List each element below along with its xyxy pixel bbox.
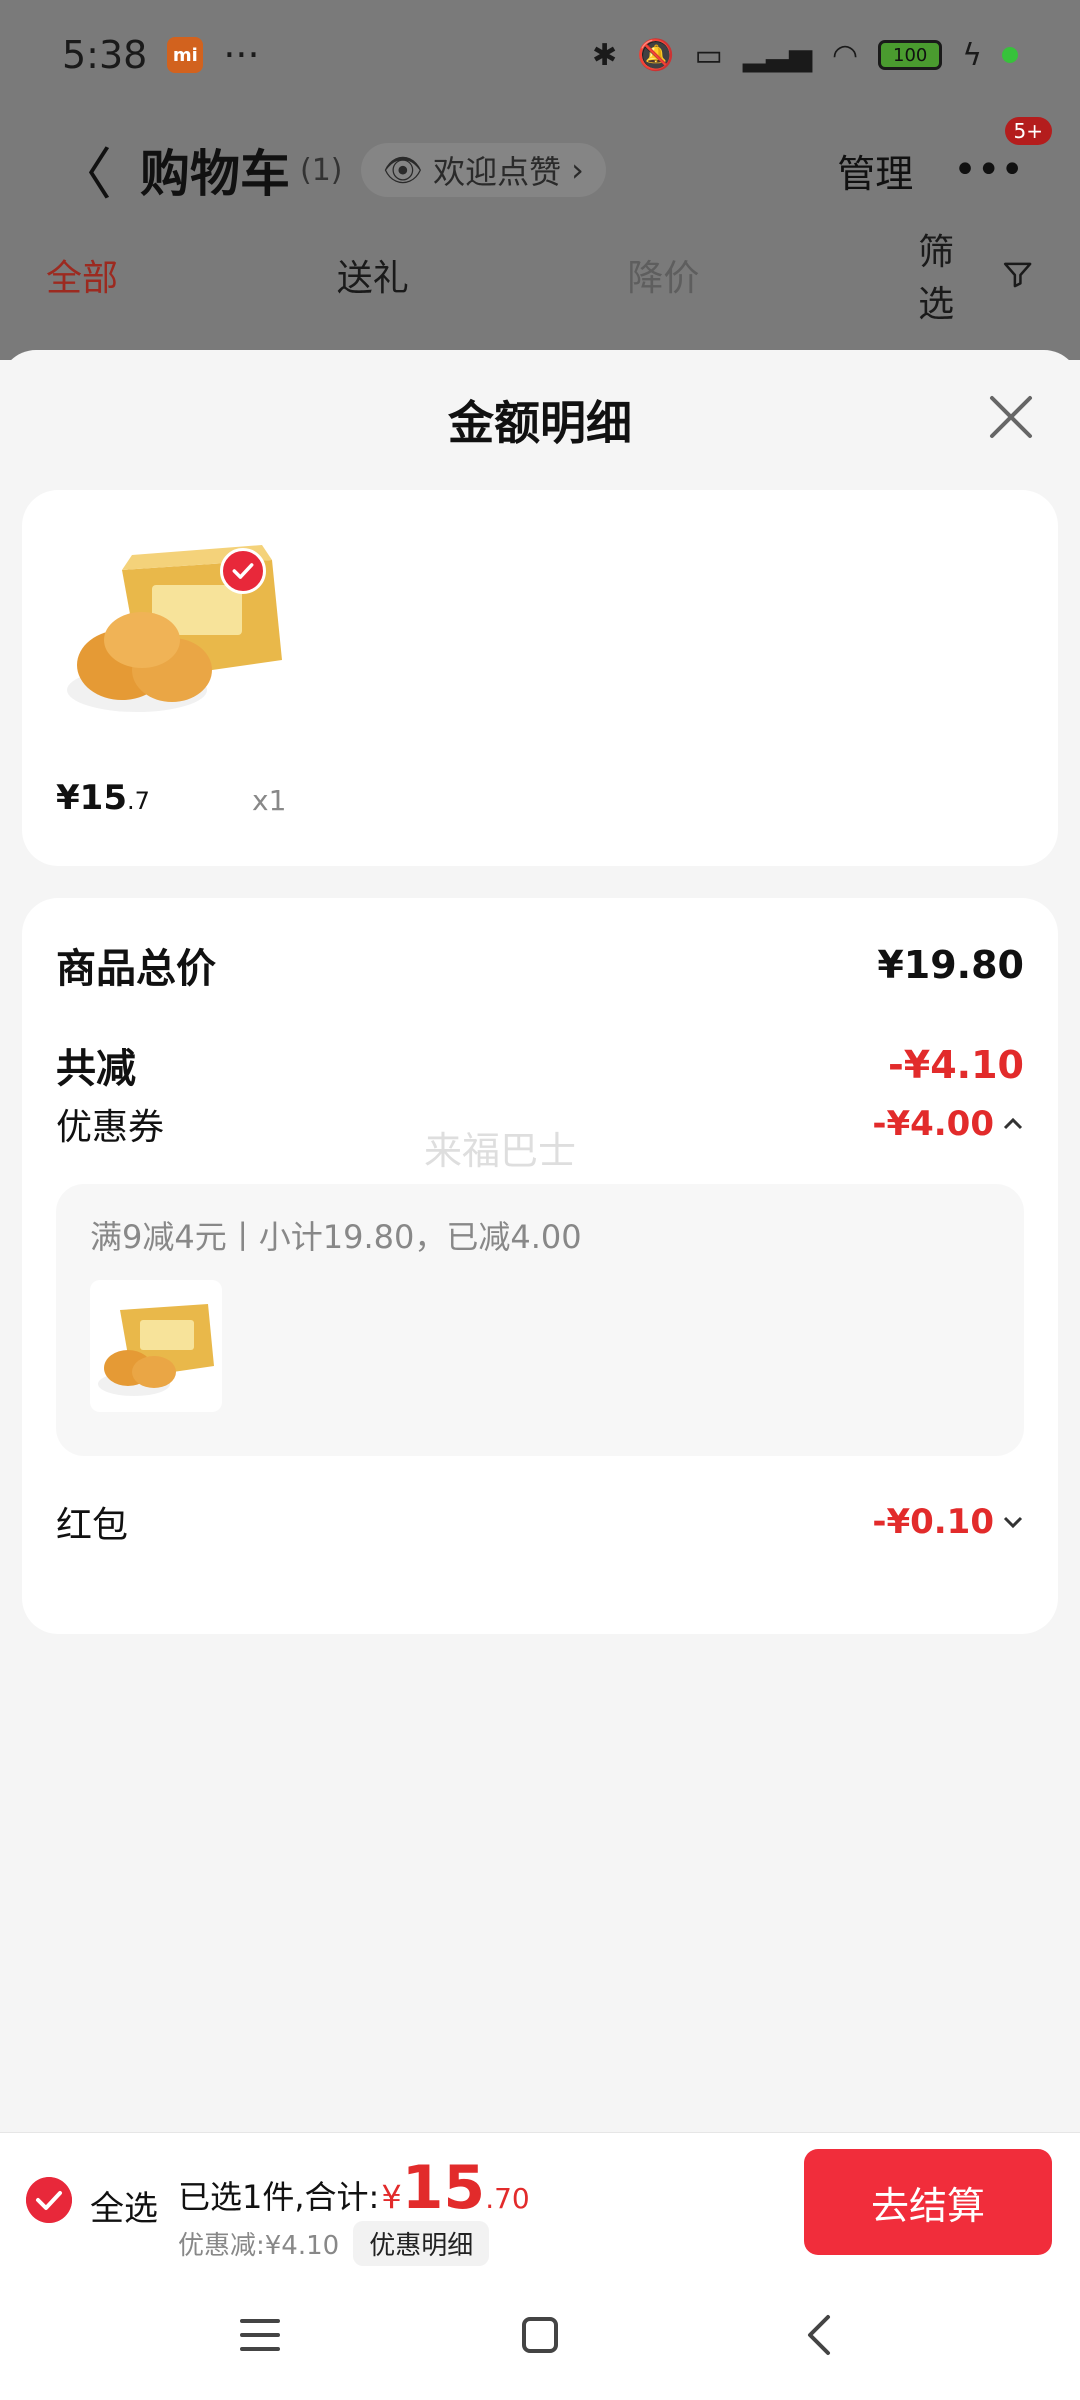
coupon-row[interactable]: 优惠券 -¥4.00 bbox=[56, 1098, 1024, 1150]
mi-icon: mi bbox=[167, 37, 204, 73]
eye-icon: 👁 bbox=[382, 151, 424, 189]
chevron-down-icon bbox=[1003, 1516, 1023, 1529]
message-badge: 5+ bbox=[1004, 117, 1052, 145]
back-nav-icon[interactable] bbox=[790, 2305, 850, 2365]
manage-button[interactable]: 管理 bbox=[837, 143, 913, 198]
chevron-right-icon: › bbox=[571, 151, 584, 189]
status-time: 5:38 bbox=[62, 33, 148, 77]
discount-value: -¥4.10 bbox=[888, 1043, 1024, 1087]
home-icon[interactable] bbox=[510, 2305, 570, 2365]
product-price: ¥15.7 bbox=[56, 778, 150, 818]
system-nav-bar bbox=[0, 2270, 1080, 2400]
price-summary-card: 商品总价 ¥19.80 共减 -¥4.10 来福巴士 优惠券 -¥4.00 满9… bbox=[22, 898, 1058, 1634]
filter-icon bbox=[1003, 262, 1032, 288]
like-pill-label: 欢迎点赞 bbox=[433, 153, 562, 191]
select-all-checkbox[interactable] bbox=[26, 2177, 72, 2223]
bluetooth-icon: ✱ bbox=[591, 37, 618, 73]
amount-detail-sheet: 金额明细 ¥15.7 x1 商品总价 ¥19.80 共减 -¥4.10 来福巴士… bbox=[0, 350, 1080, 2132]
sheet-title: 金额明细 bbox=[448, 396, 632, 450]
tab-all[interactable]: 全部 bbox=[46, 249, 337, 301]
sheet-header: 金额明细 bbox=[0, 350, 1080, 490]
cart-count: (1) bbox=[300, 152, 343, 188]
charging-icon: ϟ bbox=[962, 37, 982, 73]
signal-icon: ▂▃▅ bbox=[742, 37, 813, 73]
total-integer: 15 bbox=[401, 2153, 486, 2223]
checkout-bar: 全选 已选1件,合计: ¥ 15 .70 优惠减:¥4.10 优惠明细 去结算 bbox=[0, 2132, 1080, 2270]
coupon-detail-card: 满9减4元丨小计19.80，已减4.00 bbox=[56, 1184, 1024, 1456]
privacy-indicator-dot bbox=[1002, 47, 1018, 63]
total-value: ¥19.80 bbox=[877, 943, 1024, 987]
close-icon[interactable] bbox=[986, 392, 1036, 442]
filter-button[interactable]: 筛选 bbox=[918, 223, 1034, 327]
total-currency: ¥ bbox=[381, 2178, 402, 2216]
more-notifications-icon: ··· bbox=[223, 33, 260, 77]
coupon-detail-text: 满9减4元丨小计19.80，已减4.00 bbox=[90, 1218, 582, 1256]
selected-check-icon bbox=[220, 548, 266, 594]
discount-row: 共减 -¥4.10 bbox=[56, 1036, 1024, 1094]
more-menu[interactable]: ••• 5+ bbox=[953, 117, 1052, 193]
total-label: 商品总价 bbox=[56, 946, 216, 992]
discount-detail-button[interactable]: 优惠明细 bbox=[353, 2221, 490, 2266]
wifi-icon: ◠ bbox=[832, 37, 859, 73]
more-dots-icon: ••• bbox=[953, 147, 1024, 193]
menu-icon[interactable] bbox=[230, 2305, 290, 2365]
discount-line: 优惠减:¥4.10 优惠明细 bbox=[178, 2221, 490, 2266]
product-image[interactable] bbox=[62, 530, 302, 730]
selected-text: 已选1件,合计: bbox=[178, 2178, 380, 2216]
like-pill[interactable]: 👁 欢迎点赞 › bbox=[360, 143, 606, 197]
select-all-label[interactable]: 全选 bbox=[90, 2181, 158, 2230]
total-row: 商品总价 ¥19.80 bbox=[56, 936, 1024, 994]
total-decimal: .70 bbox=[485, 2182, 530, 2215]
coupon-label: 优惠券 bbox=[56, 1107, 165, 1148]
tab-gift[interactable]: 送礼 bbox=[337, 249, 628, 301]
coupon-value: -¥4.00 bbox=[872, 1104, 994, 1144]
discount-summary: 优惠减:¥4.10 bbox=[178, 2231, 340, 2261]
laptop-icon: ▭ bbox=[694, 37, 723, 73]
selected-total: 已选1件,合计: ¥ 15 .70 bbox=[178, 2153, 530, 2223]
status-bar: 5:38 mi ··· ✱ 🔕 ▭ ▂▃▅ ◠ 100 ϟ bbox=[0, 0, 1080, 110]
product-price-dec: .7 bbox=[126, 787, 150, 815]
product-quantity: x1 bbox=[252, 784, 287, 817]
checkout-button[interactable]: 去结算 bbox=[804, 2149, 1052, 2255]
redpacket-label: 红包 bbox=[56, 1505, 129, 1546]
cart-nav-bar: 〈 购物车 (1) 👁 欢迎点赞 › 管理 ••• 5+ bbox=[0, 110, 1080, 230]
product-card: ¥15.7 x1 bbox=[22, 490, 1058, 866]
product-price-int: ¥15 bbox=[56, 778, 127, 818]
page-title: 购物车 bbox=[140, 145, 290, 203]
redpacket-value: -¥0.10 bbox=[872, 1502, 994, 1542]
redpacket-row[interactable]: 红包 -¥0.10 bbox=[56, 1496, 1024, 1548]
chevron-up-icon bbox=[1003, 1117, 1023, 1130]
coupon-product-thumbnail bbox=[90, 1280, 222, 1412]
cart-tabs: 全部 送礼 降价 筛选 bbox=[0, 232, 1080, 325]
mute-icon: 🔕 bbox=[637, 37, 675, 73]
discount-label: 共减 bbox=[56, 1046, 136, 1092]
tab-price-drop[interactable]: 降价 bbox=[627, 249, 918, 301]
filter-label: 筛选 bbox=[918, 232, 955, 325]
battery-icon: 100 bbox=[878, 40, 943, 70]
back-icon[interactable]: 〈 bbox=[56, 130, 112, 211]
